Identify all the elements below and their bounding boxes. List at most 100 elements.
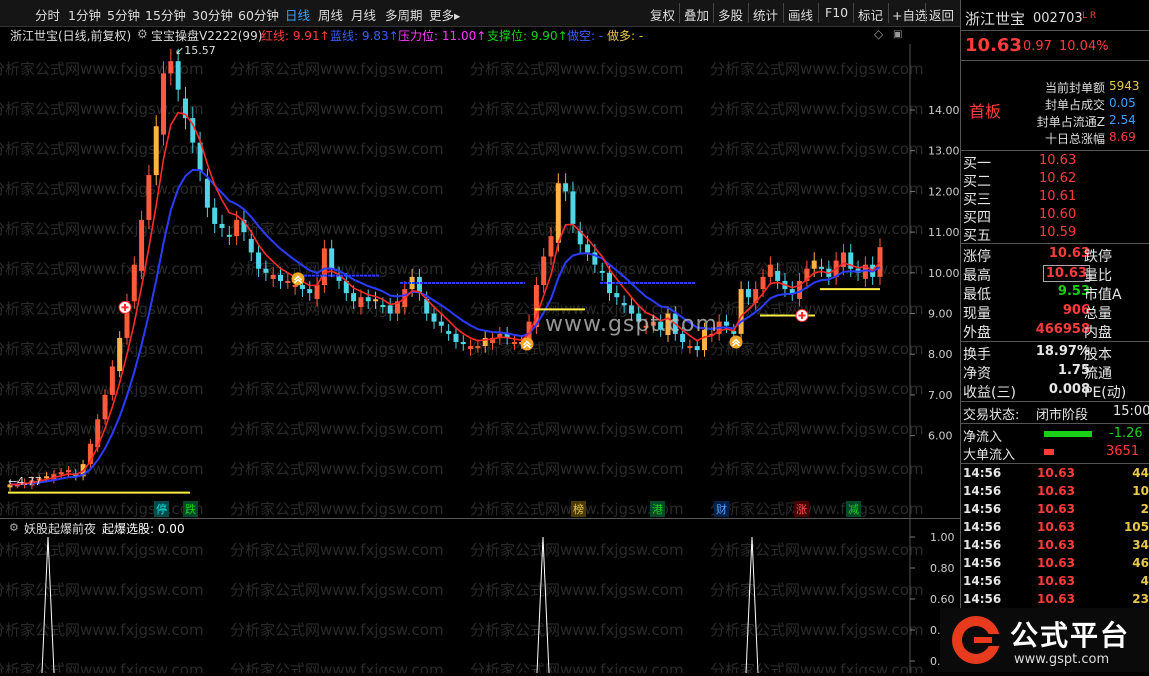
multi-stock-button[interactable]: 多股 [718,5,743,24]
tab-daily[interactable]: 日线 [285,5,310,24]
watermark-text: 分析家公式网www.fxjgsw.com [230,541,444,559]
candle-body [44,476,50,479]
add-watchlist-button[interactable]: +自选 [892,5,927,24]
close-icon[interactable]: ▣ [893,29,902,40]
restore-rights-button[interactable]: 复权 [650,5,675,24]
seal-row-label: 当前封单额 [1044,81,1105,95]
watermark-text: 分析家公式网www.fxjgsw.com [470,621,684,639]
price-tick-label: 7.00 [928,389,953,402]
candle-body [460,341,466,345]
watermark-text: 分析家公式网www.fxjgsw.com [470,260,684,278]
kline-chart[interactable]: 分析家公式网www.fxjgsw.com 分析家公式网www.fxjgsw.com… [0,44,960,518]
watermark-text: 分析家公式网www.fxjgsw.com [0,661,204,673]
candle-body [168,61,174,74]
tag-rise[interactable]: 涨 [794,501,809,517]
tick-time: 14:56 [963,484,1002,498]
kline-svg[interactable]: 分析家公式网www.fxjgsw.com 分析家公式网www.fxjgsw.com… [0,44,960,518]
tab-15min[interactable]: 15分钟 [145,5,186,24]
candle-body [292,285,298,288]
tab-monthly[interactable]: 月线 [351,5,376,24]
tab-multi-period[interactable]: 多周期 [385,5,423,24]
sub-indicator-svg: 分析家公式网www.fxjgsw.com 分析家公式网www.fxjgsw.com… [0,519,955,676]
overlay-button[interactable]: 叠加 [684,5,709,24]
first-board-badge: 首板 [969,102,1002,121]
price-tick-label: 14.00 [928,104,960,117]
tick-price: 10.63 [1037,574,1075,588]
stat-value: 466958 [1035,322,1090,337]
sub-gear-icon[interactable]: ⚙ [9,521,19,534]
tick-volume: 34 [1132,538,1149,552]
back-button[interactable]: 返回 [929,5,954,24]
tab-more[interactable]: 更多▸ [429,5,460,24]
diamond-icon[interactable]: ◇ [874,27,883,41]
sub-indicator-title[interactable]: 妖股起爆前夜 [24,520,96,537]
support-value: 支撑位: 9.90↑ [487,29,568,43]
tick-volume: 10 [1132,484,1149,498]
tick-time: 14:56 [963,592,1002,606]
tab-30min[interactable]: 30分钟 [192,5,233,24]
bid-level-label: 买四 [963,210,991,226]
watermark-text: 分析家公式网www.fxjgsw.com [230,60,444,78]
seal-row-label: 十日总涨幅 [1044,132,1105,146]
candle-body [555,183,561,243]
candle-body [58,472,64,475]
candle-body [314,285,320,299]
last-price: 10.63 [965,35,1022,56]
mark-button[interactable]: 标记 [858,5,883,24]
bid-level-price[interactable]: 10.59 [1039,225,1076,240]
watermark-text: 分析家公式网www.fxjgsw.com [0,180,204,198]
candle-body [299,285,305,290]
statistics-button[interactable]: 统计 [753,5,778,24]
watermark-text: 分析家公式网www.fxjgsw.com [230,420,444,438]
watermark-text: 分析家公式网www.fxjgsw.com [0,340,204,358]
candle-body [877,247,883,277]
bid-level-price[interactable]: 10.62 [1039,171,1076,186]
candle-body [760,276,766,290]
watermark-text: 分析家公式网www.fxjgsw.com [0,300,204,318]
f10-button[interactable]: F10 [825,5,848,20]
tick-time: 14:56 [963,538,1002,552]
tag-hk[interactable]: 港 [650,501,665,517]
tick-price: 10.63 [1037,592,1075,606]
bid-level-price[interactable]: 10.60 [1039,207,1076,222]
settings-gear-icon[interactable]: ⚙ [137,27,148,41]
tab-1min[interactable]: 1分钟 [68,5,101,24]
candle-body [585,244,591,253]
stat-value: 18.97% [1035,344,1090,359]
tag-list[interactable]: 榜 [571,501,586,517]
candle-body [365,297,371,302]
tab-fenshi[interactable]: 分时 [35,5,60,24]
candle-body [131,264,137,302]
tag-fall[interactable]: 跌 [183,501,198,517]
tab-5min[interactable]: 5分钟 [107,5,140,24]
long-signal: 做多: - [607,29,644,43]
bid-level-price[interactable]: 10.61 [1039,189,1076,204]
candle-body [329,248,335,269]
indicator-name[interactable]: 宝宝操盘V2222(99) [151,27,262,44]
bid-level-label: 买二 [963,174,991,190]
candle-body [819,266,825,269]
sub-indicator-chart[interactable]: 分析家公式网www.fxjgsw.com 分析家公式网www.fxjgsw.com… [0,518,960,676]
candle-body [438,321,444,326]
watermark-text: 分析家公式网www.fxjgsw.com [230,661,444,673]
candle-body [321,248,327,286]
watermark-text: 分析家公式网www.fxjgsw.com [470,100,684,118]
tag-reduce[interactable]: 减 [846,501,861,517]
tag-halt[interactable]: 停 [154,501,169,517]
sub-tick-label: 1.00 [930,531,955,544]
tab-weekly[interactable]: 周线 [318,5,343,24]
tag-finance[interactable]: 财 [714,501,729,517]
candle-body [117,337,123,372]
price-tick-label: 9.00 [928,308,953,321]
candle-body [694,346,700,351]
tab-60min[interactable]: 60分钟 [238,5,279,24]
draw-line-button[interactable]: 画线 [788,5,813,24]
candle-body [775,270,781,281]
gspt-logo: 公式平台 www.gspt.com [940,608,1149,672]
watermark-text: 分析家公式网www.fxjgsw.com [710,420,924,438]
bid-level-price[interactable]: 10.63 [1039,153,1076,168]
tick-time: 14:56 [963,502,1002,516]
candle-body [285,280,291,283]
watermark-text: 分析家公式网www.fxjgsw.com [470,340,684,358]
candle-body [380,304,386,307]
